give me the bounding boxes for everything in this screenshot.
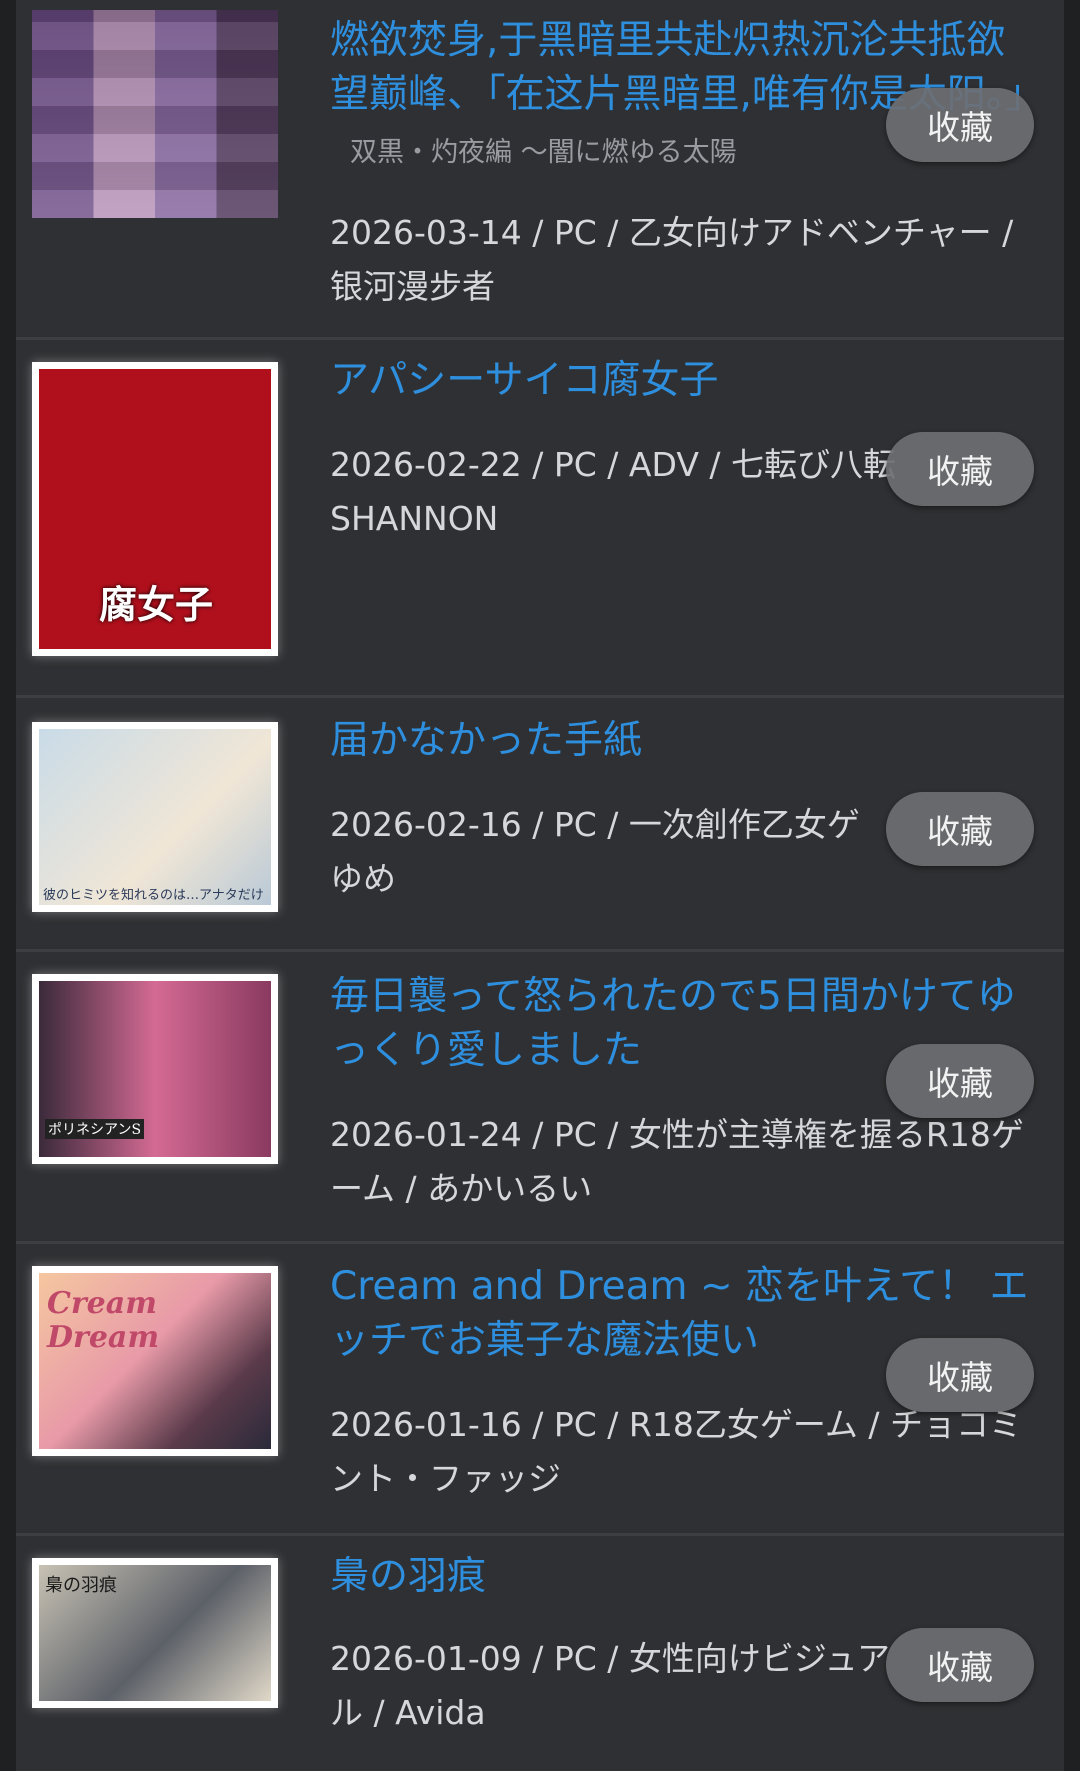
game-title[interactable]: 届かなかった手紙 xyxy=(330,714,1040,768)
favorite-button[interactable]: 收藏 xyxy=(886,88,1034,162)
list-item[interactable]: 彼のヒミツを知れるのは…アナタだけ 届かなかった手紙 2026-02-16 / … xyxy=(16,698,1064,952)
game-meta: 2026-02-16 / PC / 一次創作乙女ゲ ゆめ xyxy=(330,805,860,898)
cover-caption-text: ポリネシアンS xyxy=(45,1119,145,1139)
cover-thumbnail[interactable]: ポリネシアンS xyxy=(32,974,278,1164)
cover-thumbnail[interactable]: 梟の羽痕 xyxy=(32,1558,278,1708)
game-meta: 2026-01-16 / PC / R18乙女ゲーム / チョコミント・ファッジ xyxy=(330,1405,1022,1498)
cover-thumbnail[interactable]: Cream Dream xyxy=(32,1266,278,1456)
cover-logo-text: 腐女子 xyxy=(99,582,214,627)
list-item[interactable]: 燃欲焚身,于黑暗里共赴炽热沉沦共抵欲望巅峰、「在这片黑暗里,唯有你是太阳。」双黒… xyxy=(16,0,1064,340)
list-item[interactable]: Cream Dream Cream and Dream ~ 恋を叶えて！ エッチ… xyxy=(16,1244,1064,1536)
game-meta: 2026-03-14 / PC / 乙女向けアドベンチャー / 银河漫步者 xyxy=(330,213,1014,306)
game-meta: 2026-01-24 / PC / 女性が主導権を握るR18ゲーム / あかいる… xyxy=(330,1115,1024,1208)
list-item[interactable]: ポリネシアンS 毎日襲って怒られたので5日間かけてゆっくり愛しました 2026-… xyxy=(16,952,1064,1244)
game-title[interactable]: アパシーサイコ腐女子 xyxy=(330,354,1040,408)
cover-thumbnail[interactable]: 腐女子 xyxy=(32,362,278,656)
favorite-button[interactable]: 收藏 xyxy=(886,1044,1034,1118)
game-subtitle: 双黒・灼夜編 ～闇に燃ゆる太陽 xyxy=(350,137,737,168)
game-meta: 2026-01-09 / PC / 女性向けビジュアル / Avida xyxy=(330,1639,890,1732)
cover-logo-text: 梟の羽痕 xyxy=(45,1575,117,1596)
cover-logo-text: Cream Dream xyxy=(47,1286,160,1355)
pixelated-cover-icon xyxy=(32,10,278,218)
favorite-button[interactable]: 收藏 xyxy=(886,792,1034,866)
favorite-button[interactable]: 收藏 xyxy=(886,1628,1034,1702)
game-title[interactable]: 梟の羽痕 xyxy=(330,1550,1040,1604)
cover-caption-text: 彼のヒミツを知れるのは…アナタだけ xyxy=(43,888,264,903)
game-list: 燃欲焚身,于黑暗里共赴炽热沉沦共抵欲望巅峰、「在这片黑暗里,唯有你是太阳。」双黒… xyxy=(16,0,1064,1771)
cover-thumbnail[interactable]: 彼のヒミツを知れるのは…アナタだけ xyxy=(32,722,278,912)
list-item[interactable]: 腐女子 アパシーサイコ腐女子 2026-02-22 / PC / ADV / 七… xyxy=(16,340,1064,698)
game-list-page: 燃欲焚身,于黑暗里共赴炽热沉沦共抵欲望巅峰、「在这片黑暗里,唯有你是太阳。」双黒… xyxy=(0,0,1080,1771)
favorite-button[interactable]: 收藏 xyxy=(886,432,1034,506)
favorite-button[interactable]: 收藏 xyxy=(886,1338,1034,1412)
list-item[interactable]: 梟の羽痕 梟の羽痕 2026-01-09 / PC / 女性向けビジュアル / … xyxy=(16,1536,1064,1771)
cover-thumbnail[interactable] xyxy=(32,10,278,218)
